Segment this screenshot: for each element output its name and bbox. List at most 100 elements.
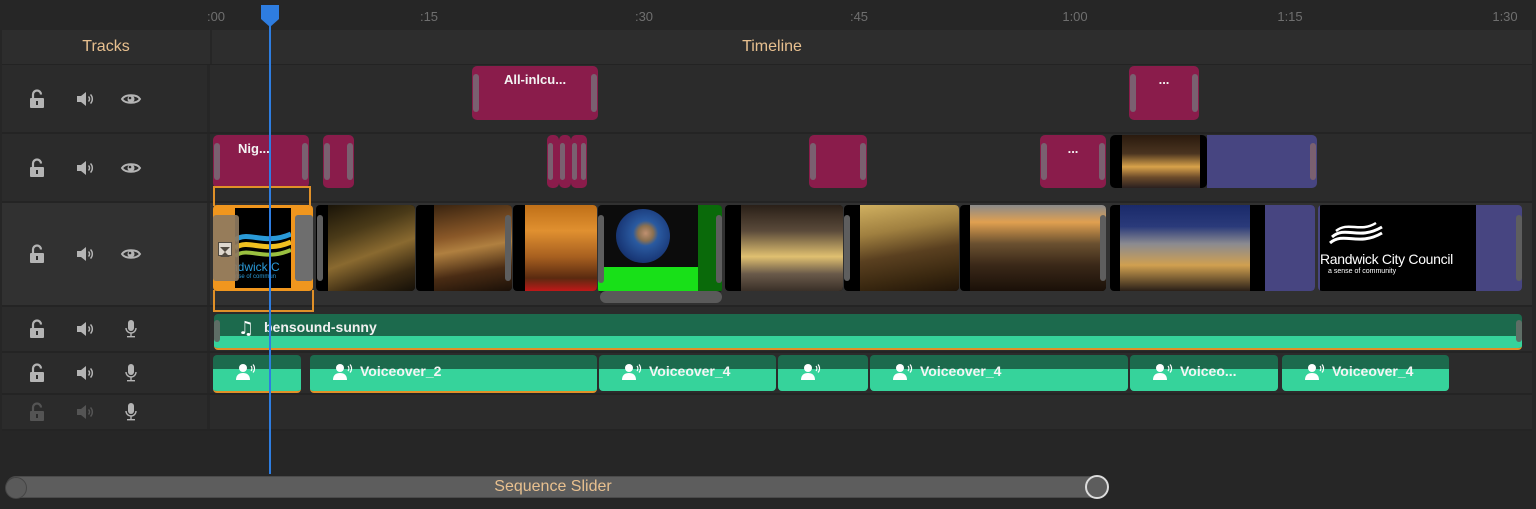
video-clip-bar-interior[interactable] [416, 205, 512, 291]
microphone-icon[interactable] [120, 318, 142, 340]
speaker-icon[interactable] [74, 362, 96, 384]
video-clip-randwick-logo-bw[interactable]: Randwick City Council a sense of communi… [1318, 205, 1522, 291]
trim-handle-left[interactable] [324, 143, 330, 180]
clip-label: ... [1158, 72, 1170, 87]
trim-handle-left[interactable] [598, 215, 604, 283]
video-lane: ndwick C nse of commun Randwick City Cou… [212, 203, 1532, 305]
video-clip-theatre-facade[interactable] [725, 205, 843, 291]
hourglass-icon [218, 242, 232, 257]
music-clip[interactable]: ♫ bensound-sunny [214, 314, 1522, 350]
trim-handle-right[interactable] [1192, 74, 1198, 112]
slider-end-handle[interactable] [1085, 475, 1109, 499]
wave-logo-icon [1329, 221, 1383, 245]
title-clip[interactable]: All-inlcu... [472, 66, 598, 120]
voiceover-clip[interactable] [778, 355, 868, 391]
voiceover-person-icon [332, 363, 354, 381]
trim-handle-left[interactable] [572, 143, 577, 180]
eye-icon[interactable] [120, 243, 142, 265]
trim-handle-left[interactable] [844, 215, 850, 281]
speaker-icon[interactable] [74, 318, 96, 340]
voiceover-clip[interactable] [213, 355, 301, 393]
voiceover-clip[interactable]: Voiceover_4 [599, 355, 776, 391]
playhead-line[interactable] [269, 22, 271, 474]
eye-icon[interactable] [120, 157, 142, 179]
speaker-icon[interactable] [74, 157, 96, 179]
voiceover-lane: Voiceover_2 Voiceover_4 Voiceover_4 Voic… [212, 353, 1532, 393]
unlock-icon[interactable] [26, 401, 48, 423]
trim-handle-right[interactable] [1516, 320, 1522, 342]
video-clip-bar-patrons[interactable] [844, 205, 959, 291]
trim-handle-right[interactable] [591, 74, 597, 112]
video-clip-street-night[interactable] [316, 205, 415, 291]
unlock-icon[interactable] [26, 243, 48, 265]
transition-fill [1265, 205, 1315, 291]
title-clip[interactable] [547, 135, 559, 188]
voiceover-person-icon [800, 363, 822, 381]
title-clip[interactable] [809, 135, 867, 188]
trim-handle-right[interactable] [505, 215, 511, 281]
unlock-icon[interactable] [26, 318, 48, 340]
clip-label: All-inlcu... [503, 72, 567, 87]
trim-handle-right[interactable] [1310, 143, 1316, 180]
title-clip[interactable]: ... [1040, 135, 1106, 188]
image-title-clip[interactable] [1110, 135, 1207, 188]
trim-handle-left[interactable] [810, 143, 816, 180]
trim-handle-left[interactable] [548, 143, 553, 180]
trim-handle-left[interactable] [213, 215, 239, 281]
eye-icon[interactable] [120, 88, 142, 110]
video-clip-theatre-interior[interactable] [513, 205, 597, 291]
audio-preview-bar[interactable] [600, 291, 722, 303]
video-clip-sunset-balcony[interactable] [960, 205, 1106, 291]
voiceover-clip[interactable]: Voiceo... [1130, 355, 1278, 391]
trim-handle-right[interactable] [295, 215, 313, 281]
time-ruler[interactable]: :00 :15 :30 :45 1:00 1:15 1:30 [0, 0, 1536, 30]
title-clip[interactable]: Nig... [213, 135, 309, 188]
trim-handle-right[interactable] [1516, 215, 1522, 281]
clip-label: Voiceover_4 [920, 363, 1002, 379]
trim-handle-right[interactable] [716, 215, 722, 283]
title-track-1: All-inlcu... ... [2, 65, 1532, 134]
speaker-icon[interactable] [74, 88, 96, 110]
ruler-tick: :45 [849, 9, 869, 24]
microphone-icon[interactable] [120, 401, 142, 423]
trim-handle-right[interactable] [347, 143, 353, 180]
waveform [214, 336, 1522, 348]
trim-handle-left[interactable] [214, 320, 220, 342]
transition-clip[interactable] [1207, 135, 1317, 188]
voiceover-clip[interactable]: Voiceover_2 [310, 355, 597, 393]
trim-handle-right[interactable] [860, 143, 866, 180]
trim-handle-left[interactable] [214, 143, 220, 180]
voiceover-clip[interactable]: Voiceover_4 [870, 355, 1128, 391]
title-lane-2: Nig... ... [212, 134, 1532, 201]
title-clip[interactable] [323, 135, 354, 188]
trim-handle-right[interactable] [1099, 143, 1105, 180]
video-clip-randwick-logo[interactable]: ndwick C nse of commun [213, 205, 313, 291]
ruler-tick: :15 [419, 9, 439, 24]
voiceover-person-icon [621, 363, 643, 381]
video-clip-earth-recording[interactable] [598, 205, 722, 293]
empty-audio-track [2, 395, 1532, 431]
slider-start-handle[interactable] [5, 477, 27, 499]
unlock-icon[interactable] [26, 157, 48, 179]
speaker-icon[interactable] [74, 401, 96, 423]
speaker-icon[interactable] [74, 243, 96, 265]
trim-handle-right[interactable] [581, 143, 586, 180]
logo-text: Randwick City Council [1320, 251, 1453, 267]
title-clip[interactable]: ... [1129, 66, 1199, 120]
title-clip[interactable] [571, 135, 587, 188]
clip-label: Voiceover_2 [360, 363, 442, 379]
title-clip[interactable] [559, 135, 571, 188]
unlock-icon[interactable] [26, 362, 48, 384]
voiceover-clip[interactable]: Voiceover_4 [1282, 355, 1449, 391]
trim-handle-left[interactable] [317, 215, 323, 281]
trim-handle-left[interactable] [560, 143, 565, 180]
voiceover-track: Voiceover_2 Voiceover_4 Voiceover_4 Voic… [2, 353, 1532, 395]
sequence-slider[interactable]: Sequence Slider [6, 476, 1100, 498]
trim-handle-right[interactable] [1100, 215, 1106, 281]
ruler-tick: :00 [206, 9, 226, 24]
microphone-icon[interactable] [120, 362, 142, 384]
trim-handle-right[interactable] [302, 143, 308, 180]
video-clip-theatre-dusk[interactable] [1110, 205, 1315, 291]
thumbnail [434, 205, 512, 291]
unlock-icon[interactable] [26, 88, 48, 110]
